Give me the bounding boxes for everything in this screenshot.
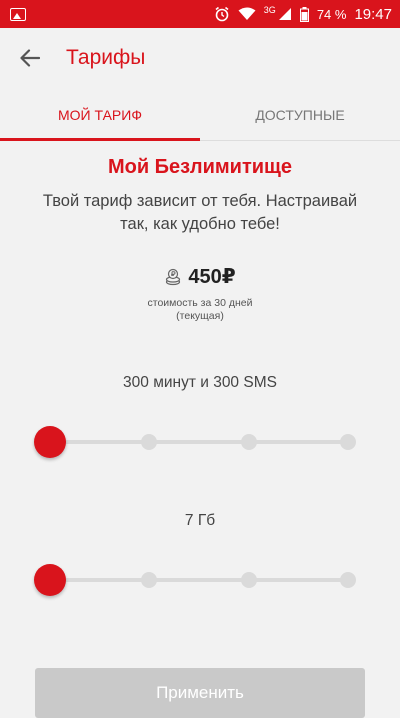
price-note-current: (текущая) xyxy=(176,310,224,322)
slider-step[interactable] xyxy=(240,434,257,450)
price-row: 450₽ xyxy=(0,264,400,289)
gallery-notification-icon xyxy=(10,7,26,21)
alarm-icon xyxy=(215,6,229,22)
app-bar: Тарифы xyxy=(0,28,400,88)
plan-name: Мой Безлимитище xyxy=(107,156,293,178)
back-button[interactable] xyxy=(10,38,50,78)
battery-level: 74 % xyxy=(316,6,347,22)
slider-track xyxy=(50,440,348,444)
coins-icon xyxy=(166,268,181,285)
arrow-left-icon xyxy=(20,49,40,67)
slider-step[interactable] xyxy=(240,572,257,588)
price-note: стоимость за 30 дней (текущая) xyxy=(0,297,400,323)
slider-track xyxy=(50,578,348,582)
signal-icon xyxy=(278,8,291,20)
slider-step[interactable] xyxy=(340,572,356,588)
price-note-period: стоимость за 30 дней xyxy=(147,297,253,309)
slider-step[interactable] xyxy=(340,434,356,450)
tab-my-tariff[interactable]: МОЙ ТАРИФ xyxy=(0,90,200,141)
clock: 19:47 xyxy=(354,5,392,23)
plan-price: 450₽ xyxy=(188,266,236,288)
minutes-slider[interactable] xyxy=(34,425,364,459)
page-title: Тарифы xyxy=(66,46,146,69)
tab-bar: МОЙ ТАРИФ ДОСТУПНЫЕ xyxy=(0,90,400,141)
slider-step[interactable] xyxy=(141,572,158,588)
wifi-icon xyxy=(238,7,256,20)
slider-step[interactable] xyxy=(141,434,158,450)
slider-thumb[interactable] xyxy=(34,426,66,458)
minutes-slider-label: 300 минут и 300 SMS xyxy=(123,374,277,391)
data-slider[interactable] xyxy=(34,563,364,597)
tab-available[interactable]: ДОСТУПНЫЕ xyxy=(200,90,400,140)
status-bar: 3G 74 % 19:47 xyxy=(0,0,400,28)
battery-icon xyxy=(299,6,309,22)
data-slider-label: 7 Гб xyxy=(184,512,216,529)
network-type: 3G xyxy=(263,5,276,15)
slider-thumb[interactable] xyxy=(34,564,66,596)
plan-description: Твой тариф зависит от тебя. Настраивай т… xyxy=(42,192,358,233)
